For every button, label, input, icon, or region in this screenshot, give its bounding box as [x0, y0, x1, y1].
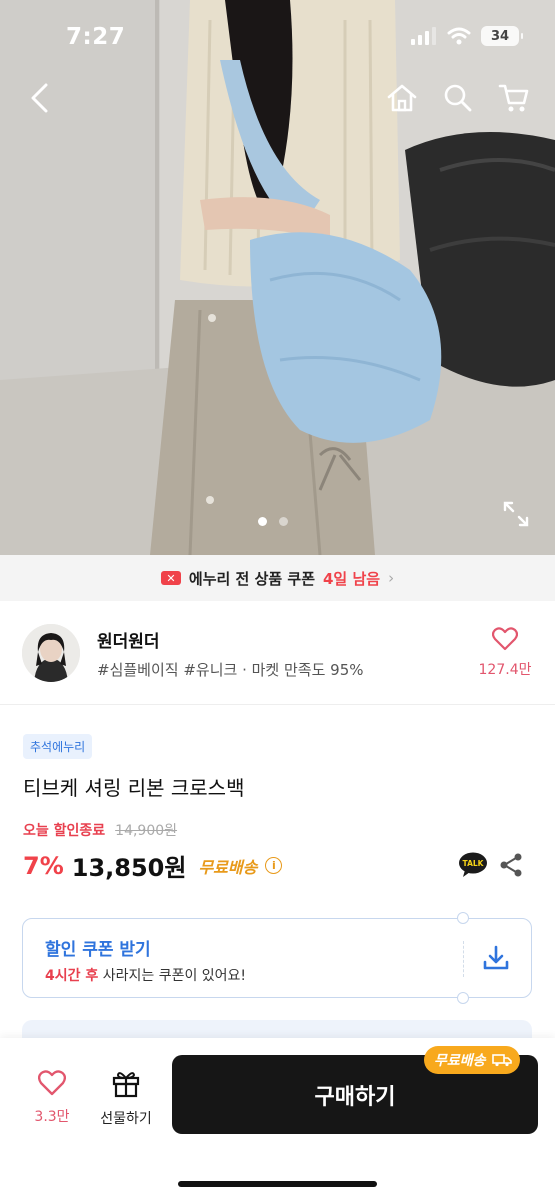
free-shipping-label: 무료배송 — [198, 857, 258, 877]
chevron-left-icon — [31, 83, 48, 113]
gift-button[interactable]: 선물하기 — [92, 1068, 160, 1128]
coupon-sub-text: 사라지는 쿠폰이 있어요! — [102, 968, 247, 984]
home-icon — [387, 84, 417, 112]
product-like-count: 3.3만 — [34, 1109, 70, 1125]
product-like-button[interactable]: 3.3만 — [24, 1070, 80, 1126]
share-button[interactable] — [498, 852, 524, 882]
battery-icon: 34 — [481, 26, 523, 46]
coupon-subtitle: 4시간 후 사라지는 쿠폰이 있어요! — [45, 965, 246, 985]
free-shipping-tag-label: 무료배송 — [434, 1053, 486, 1069]
kakao-talk-button[interactable]: TALK — [458, 852, 488, 882]
expand-icon — [503, 501, 529, 527]
status-bar: 7:27 34 — [0, 0, 555, 74]
product-title: 티브케 셔링 리본 크로스백 — [23, 776, 245, 800]
gallery-pagination — [258, 517, 288, 526]
shop-name[interactable]: 원더원더 — [97, 627, 160, 652]
heart-icon — [37, 1070, 67, 1096]
shop-like-count: 127.4만 — [478, 662, 532, 678]
coupon-banner[interactable]: ✕ 에누리 전 상품 쿠폰 4일 남음 › — [0, 555, 555, 601]
free-shipping-tag: 무료배송 — [424, 1046, 520, 1074]
expand-button[interactable] — [502, 500, 530, 528]
wifi-icon — [447, 27, 471, 45]
shop-tags: #심플베이직 #유니크 · 마켓 만족도 95% — [97, 661, 364, 679]
shop-avatar[interactable] — [22, 624, 80, 682]
home-indicator — [178, 1181, 377, 1187]
product-image-gallery[interactable]: 7:27 34 — [0, 0, 555, 555]
coupon-download-button[interactable] — [481, 943, 511, 977]
gallery-dot-active[interactable] — [258, 517, 267, 526]
coupon-card[interactable]: 할인 쿠폰 받기 4시간 후 사라지는 쿠폰이 있어요! — [22, 912, 532, 1004]
shop-like-button[interactable]: 127.4만 — [470, 627, 540, 679]
discount-rate: 7% — [23, 851, 64, 880]
heart-icon — [491, 627, 519, 651]
talk-label: TALK — [463, 859, 485, 868]
home-button[interactable] — [382, 78, 422, 118]
cart-button[interactable] — [494, 78, 534, 118]
chevron-right-icon: › — [388, 569, 395, 587]
info-icon[interactable]: i — [265, 857, 283, 874]
gallery-dot[interactable] — [279, 517, 288, 526]
event-badge: 추석에누리 — [23, 734, 93, 759]
gift-icon — [112, 1072, 140, 1098]
search-button[interactable] — [438, 78, 478, 118]
sale-end-label: 오늘 할인종료 — [23, 823, 106, 839]
shop-row[interactable]: 원더원더 #심플베이직 #유니크 · 마켓 만족도 95% 127.4만 — [0, 601, 555, 705]
sale-price: 13,850원 — [71, 854, 187, 882]
signal-icon — [411, 27, 436, 45]
gift-label: 선물하기 — [100, 1111, 152, 1127]
back-button[interactable] — [20, 78, 60, 118]
coupon-time-left: 4시간 후 — [45, 968, 99, 984]
original-price: 14,900원 — [115, 823, 178, 839]
truck-icon — [491, 1054, 512, 1067]
status-time: 7:27 — [66, 24, 126, 50]
cart-icon — [498, 84, 529, 112]
avatar-image — [22, 624, 80, 682]
share-icon — [500, 853, 522, 877]
coupon-badge-icon: ✕ — [160, 571, 181, 585]
search-icon — [444, 84, 472, 112]
coupon-title: 할인 쿠폰 받기 — [45, 940, 151, 960]
talk-icon: TALK — [459, 852, 487, 877]
download-icon — [483, 945, 509, 970]
banner-remaining: 4일 남음 — [323, 569, 381, 588]
banner-text: 에누리 전 상품 쿠폰 — [188, 569, 315, 588]
bottom-action-bar: 3.3만 선물하기 구매하기 무료배송 — [0, 1038, 555, 1200]
